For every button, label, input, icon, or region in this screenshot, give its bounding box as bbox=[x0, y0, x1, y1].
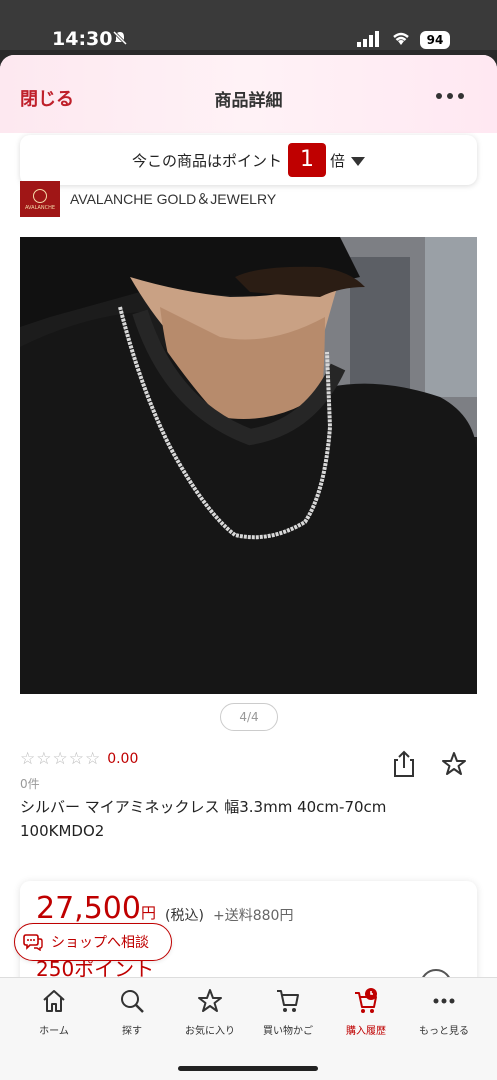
tab-favorites[interactable]: お気に入り bbox=[170, 988, 250, 1037]
price-amount: 27,500円 bbox=[36, 891, 156, 926]
shop-consult-button[interactable]: ショップへ相談 bbox=[14, 923, 172, 961]
page-title: 商品詳細 bbox=[214, 91, 283, 111]
search-icon bbox=[121, 990, 144, 1013]
favorite-star-icon[interactable] bbox=[440, 750, 468, 778]
tab-home[interactable]: ホーム bbox=[14, 988, 94, 1037]
chevron-down-icon bbox=[351, 156, 366, 166]
status-time: 14:30 bbox=[52, 28, 113, 50]
tab-more[interactable]: もっと見る bbox=[404, 988, 484, 1037]
image-pager: 4/4 bbox=[220, 703, 278, 731]
points-multiplier-banner[interactable]: 今この商品はポイント 1 倍 bbox=[20, 135, 477, 185]
nav-bar: 閉じる 商品詳細 bbox=[0, 55, 497, 133]
points-banner-prefix: 今この商品はポイント bbox=[131, 151, 282, 170]
points-multiplier-badge: 1 bbox=[288, 143, 326, 177]
shop-link[interactable]: AVALANCHE AVALANCHE GOLD＆JEWELRY bbox=[20, 180, 480, 218]
share-icon[interactable] bbox=[392, 750, 416, 778]
shop-name: AVALANCHE GOLD＆JEWELRY bbox=[70, 191, 277, 207]
product-title: シルバー マイアミネックレス 幅3.3mm 40cm-70cm 100KMDO2 bbox=[20, 798, 387, 840]
signal-icon bbox=[357, 31, 379, 47]
star-icon bbox=[198, 989, 222, 1012]
product-image[interactable] bbox=[20, 237, 477, 694]
review-count: 0件 bbox=[20, 777, 40, 791]
more-options-icon[interactable] bbox=[436, 93, 464, 101]
home-icon bbox=[43, 990, 65, 1012]
rating-stars: ☆☆☆☆☆ bbox=[20, 749, 102, 769]
shipping-fee: +送料880円 bbox=[213, 908, 294, 924]
shop-consult-label: ショップへ相談 bbox=[51, 935, 149, 951]
tab-cart[interactable]: 買い物かご bbox=[248, 988, 328, 1037]
tab-search[interactable]: 探す bbox=[92, 988, 172, 1037]
home-indicator bbox=[178, 1066, 318, 1071]
cart-icon bbox=[277, 990, 299, 1012]
wifi-icon bbox=[393, 32, 409, 45]
status-bar: 14:30 94 bbox=[0, 0, 497, 50]
shop-logo: AVALANCHE bbox=[20, 181, 60, 217]
chat-bubble-icon bbox=[23, 934, 43, 951]
more-icon bbox=[433, 998, 455, 1004]
tax-note: (税込) bbox=[165, 908, 204, 924]
rating-row[interactable]: ☆☆☆☆☆ 0.00 bbox=[20, 748, 138, 770]
battery-indicator: 94 bbox=[420, 31, 450, 49]
product-sheet: 閉じる 商品詳細 今この商品はポイント 1 倍 AVALANCHE AVALAN… bbox=[0, 55, 497, 1080]
muted-bell-icon bbox=[112, 30, 128, 46]
bottom-tab-bar: ホーム 探す お気に入り 買い物かご 購入履歴 もっと見る bbox=[0, 977, 497, 1080]
points-banner-suffix: 倍 bbox=[330, 151, 346, 170]
purchase-history-icon bbox=[355, 988, 377, 1013]
rating-value: 0.00 bbox=[107, 751, 139, 767]
tab-purchase-history[interactable]: 購入履歴 bbox=[326, 988, 406, 1037]
